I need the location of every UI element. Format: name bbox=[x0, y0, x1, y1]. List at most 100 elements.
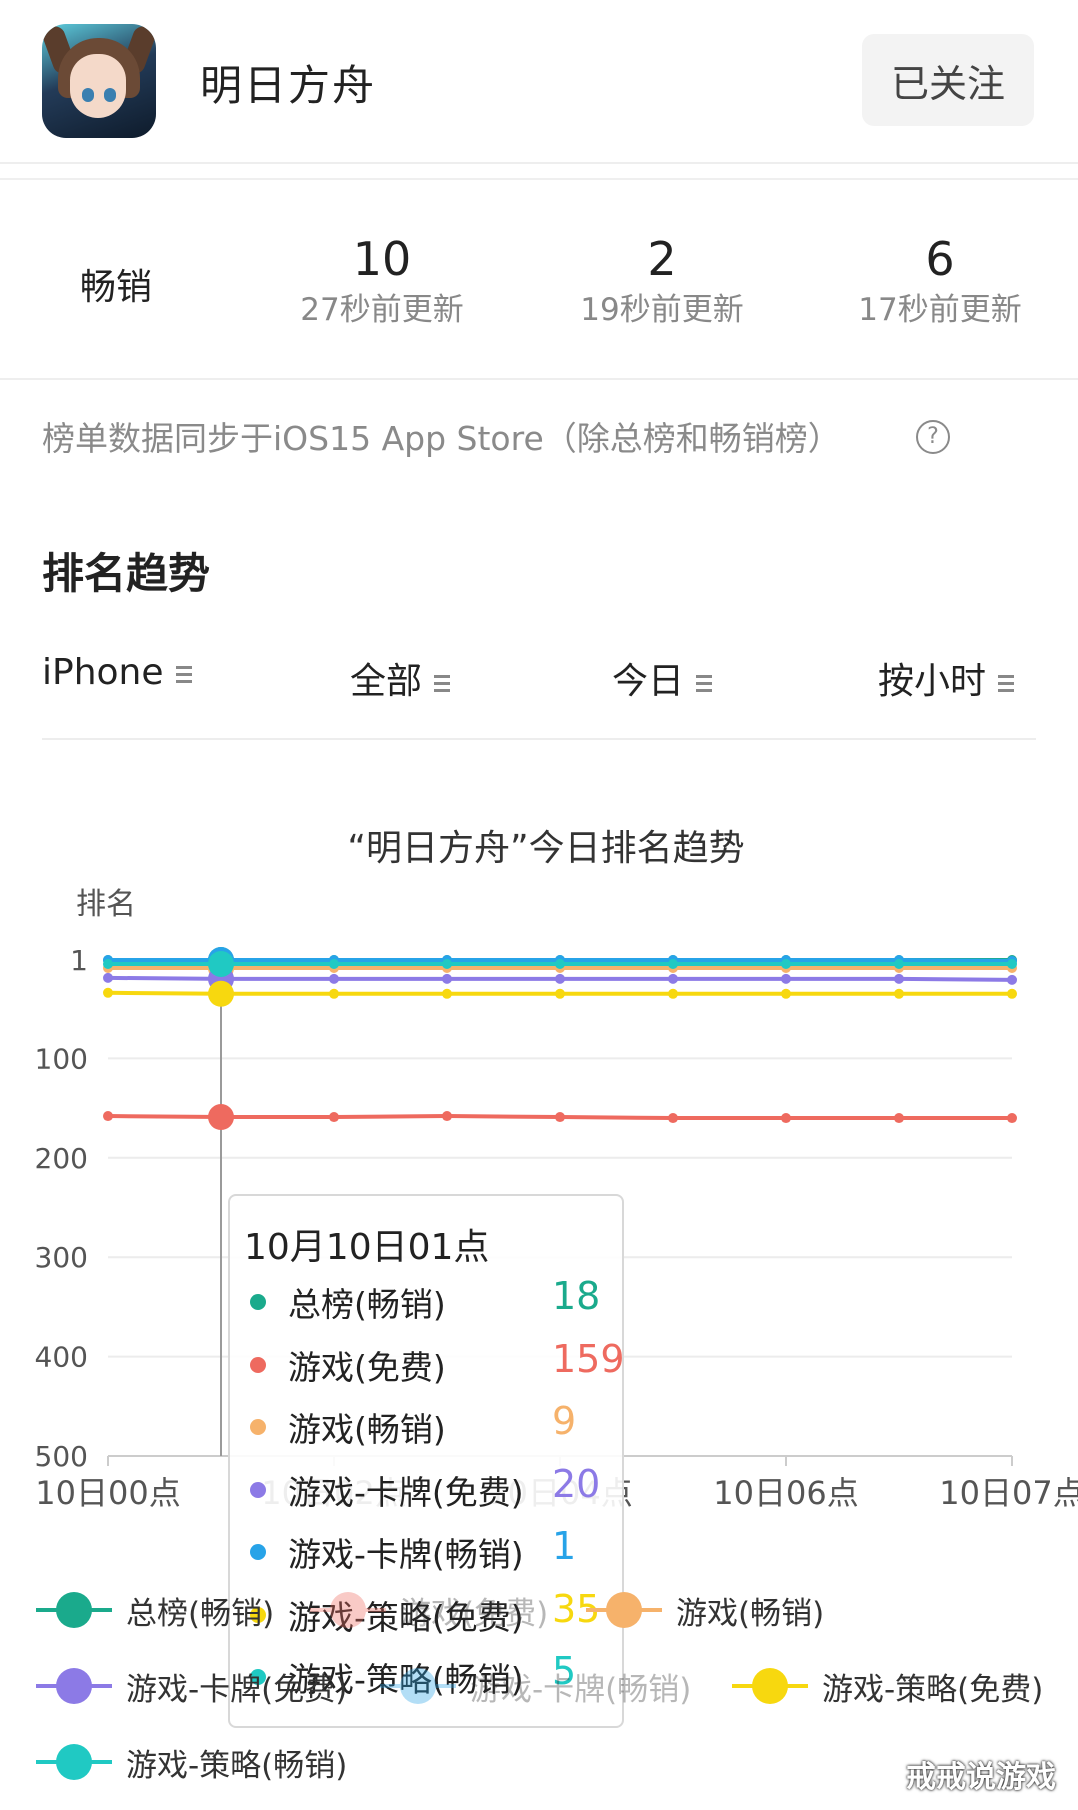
y-tick-label: 100 bbox=[35, 1042, 88, 1075]
legend-label: 游戏-策略(畅销) bbox=[126, 1748, 348, 1784]
series-point bbox=[442, 973, 452, 984]
app-name: 明日方舟 bbox=[200, 61, 377, 110]
series-point bbox=[442, 988, 452, 999]
legend-label: 游戏-卡牌(畅销) bbox=[470, 1672, 692, 1708]
tooltip-series-value: 159 bbox=[552, 1336, 625, 1381]
chart-legend: 总榜(畅销) 游戏(免费) 游戏(畅销) 游戏-卡牌(免费) 游戏-卡牌(畅销) 游戏-策… bbox=[0, 1570, 1078, 1784]
series-point bbox=[1007, 988, 1017, 999]
legend-label: 游戏(免费) bbox=[400, 1596, 549, 1632]
series-point bbox=[781, 1113, 791, 1124]
granularity-filter-label: 按小时 bbox=[878, 661, 987, 702]
series-point bbox=[103, 1111, 113, 1122]
rank-updated: 27秒前更新 bbox=[300, 292, 464, 328]
legend-marker-icon bbox=[330, 1592, 366, 1628]
tooltip-series-name: 游戏-卡牌(免费) bbox=[288, 1472, 524, 1512]
menu-icon bbox=[998, 671, 1015, 696]
data-source-note: 榜单数据同步于iOS15 App Store（除总榜和畅销榜） bbox=[42, 419, 841, 458]
series-point bbox=[555, 1112, 565, 1123]
y-tick-label: 1 bbox=[70, 944, 88, 977]
series-dot-icon bbox=[250, 1419, 266, 1435]
series-dot-icon bbox=[250, 1544, 266, 1560]
y-tick-label: 300 bbox=[35, 1241, 88, 1274]
granularity-filter[interactable]: 按小时 bbox=[878, 652, 1015, 704]
legend-marker-icon bbox=[752, 1668, 788, 1704]
series-point bbox=[894, 973, 904, 984]
rank-item: 10 27秒前更新 bbox=[262, 230, 502, 332]
series-point bbox=[894, 1113, 904, 1124]
series-point bbox=[781, 988, 791, 999]
app-icon[interactable] bbox=[42, 24, 156, 138]
tooltip-series-value: 20 bbox=[552, 1461, 601, 1506]
chart-title: “明日方舟”今日排名趋势 bbox=[347, 828, 744, 869]
tooltip-row: 游戏(免费) 159 bbox=[244, 1335, 625, 1395]
legend-marker-icon bbox=[56, 1744, 92, 1780]
legend-label: 游戏-卡牌(免费) bbox=[126, 1672, 348, 1708]
rank-item: 6 17秒前更新 bbox=[820, 230, 1060, 332]
tooltip-title: 10月10日01点 bbox=[244, 1227, 490, 1268]
legend-marker-icon bbox=[606, 1592, 642, 1628]
app-header: 明日方舟 已关注 bbox=[0, 0, 1078, 164]
series-dot-icon bbox=[250, 1294, 266, 1310]
section-title: 排名趋势 bbox=[42, 549, 211, 598]
series-point bbox=[442, 958, 452, 969]
tooltip-row: 游戏-卡牌(免费) 20 bbox=[244, 1460, 614, 1520]
legend-marker-icon bbox=[56, 1592, 92, 1628]
divider bbox=[0, 178, 1078, 180]
rank-value: 10 bbox=[352, 232, 412, 286]
legend-marker-icon bbox=[400, 1668, 436, 1704]
series-point bbox=[103, 972, 113, 983]
tooltip-series-value: 9 bbox=[552, 1399, 577, 1443]
rank-value: 6 bbox=[925, 232, 955, 286]
series-point bbox=[329, 988, 339, 999]
rank-updated: 17秒前更新 bbox=[858, 292, 1022, 328]
rank-updated: 19秒前更新 bbox=[580, 292, 744, 328]
series-point bbox=[1007, 974, 1017, 985]
tooltip-series-name: 总榜(畅销) bbox=[288, 1285, 446, 1324]
series-point bbox=[208, 980, 234, 1007]
series-point bbox=[668, 958, 678, 969]
series-point bbox=[329, 973, 339, 984]
range-filter[interactable]: 今日 bbox=[612, 652, 713, 704]
tooltip-row: 游戏(畅销) 9 bbox=[244, 1397, 614, 1457]
x-tick-label: 10日06点 bbox=[713, 1474, 858, 1512]
scope-filter-label: 全部 bbox=[350, 661, 423, 702]
series-point bbox=[103, 958, 113, 969]
device-filter[interactable]: iPhone bbox=[42, 652, 192, 693]
legend-label: 游戏-策略(免费) bbox=[822, 1672, 1044, 1708]
series-point bbox=[103, 987, 113, 998]
series-point bbox=[781, 958, 791, 969]
series-point bbox=[668, 1113, 678, 1124]
filter-bar: iPhone 全部 今日 按小时 bbox=[42, 648, 1036, 740]
tooltip-series-value: 18 bbox=[552, 1274, 601, 1318]
tooltip-series-value: 1 bbox=[552, 1524, 577, 1568]
series-point bbox=[329, 958, 339, 969]
tooltip-row: 总榜(畅销) 18 bbox=[244, 1272, 614, 1332]
legend-marker-icon bbox=[56, 1668, 92, 1704]
menu-icon bbox=[434, 671, 451, 696]
help-icon[interactable]: ? bbox=[916, 420, 950, 454]
x-tick-label: 10日00点 bbox=[35, 1474, 180, 1512]
y-axis-label: 排名 bbox=[76, 887, 136, 922]
series-dot-icon bbox=[250, 1356, 266, 1373]
scope-filter[interactable]: 全部 bbox=[350, 652, 451, 704]
series-point bbox=[555, 958, 565, 969]
series-point bbox=[668, 973, 678, 984]
rank-summary: 畅销 10 27秒前更新 2 19秒前更新 6 17秒前更新 bbox=[0, 182, 1078, 380]
series-point bbox=[329, 1112, 339, 1123]
tooltip-series-name: 游戏(免费) bbox=[288, 1347, 446, 1387]
series-point bbox=[208, 950, 234, 977]
y-tick-label: 500 bbox=[35, 1440, 88, 1473]
rank-category: 畅销 bbox=[80, 267, 153, 308]
series-point bbox=[894, 958, 904, 969]
series-point bbox=[555, 973, 565, 984]
follow-button[interactable]: 已关注 bbox=[862, 34, 1034, 126]
y-tick-label: 200 bbox=[35, 1142, 88, 1175]
series-dot-icon bbox=[250, 1481, 266, 1498]
watermark: 戒戒说游戏 bbox=[906, 1760, 1056, 1795]
series-point bbox=[208, 1104, 234, 1131]
rank-item: 2 19秒前更新 bbox=[542, 230, 782, 332]
device-filter-label: iPhone bbox=[42, 652, 164, 693]
menu-icon bbox=[175, 662, 192, 687]
series-point bbox=[1007, 958, 1017, 969]
legend-label: 游戏(畅销) bbox=[676, 1596, 825, 1632]
